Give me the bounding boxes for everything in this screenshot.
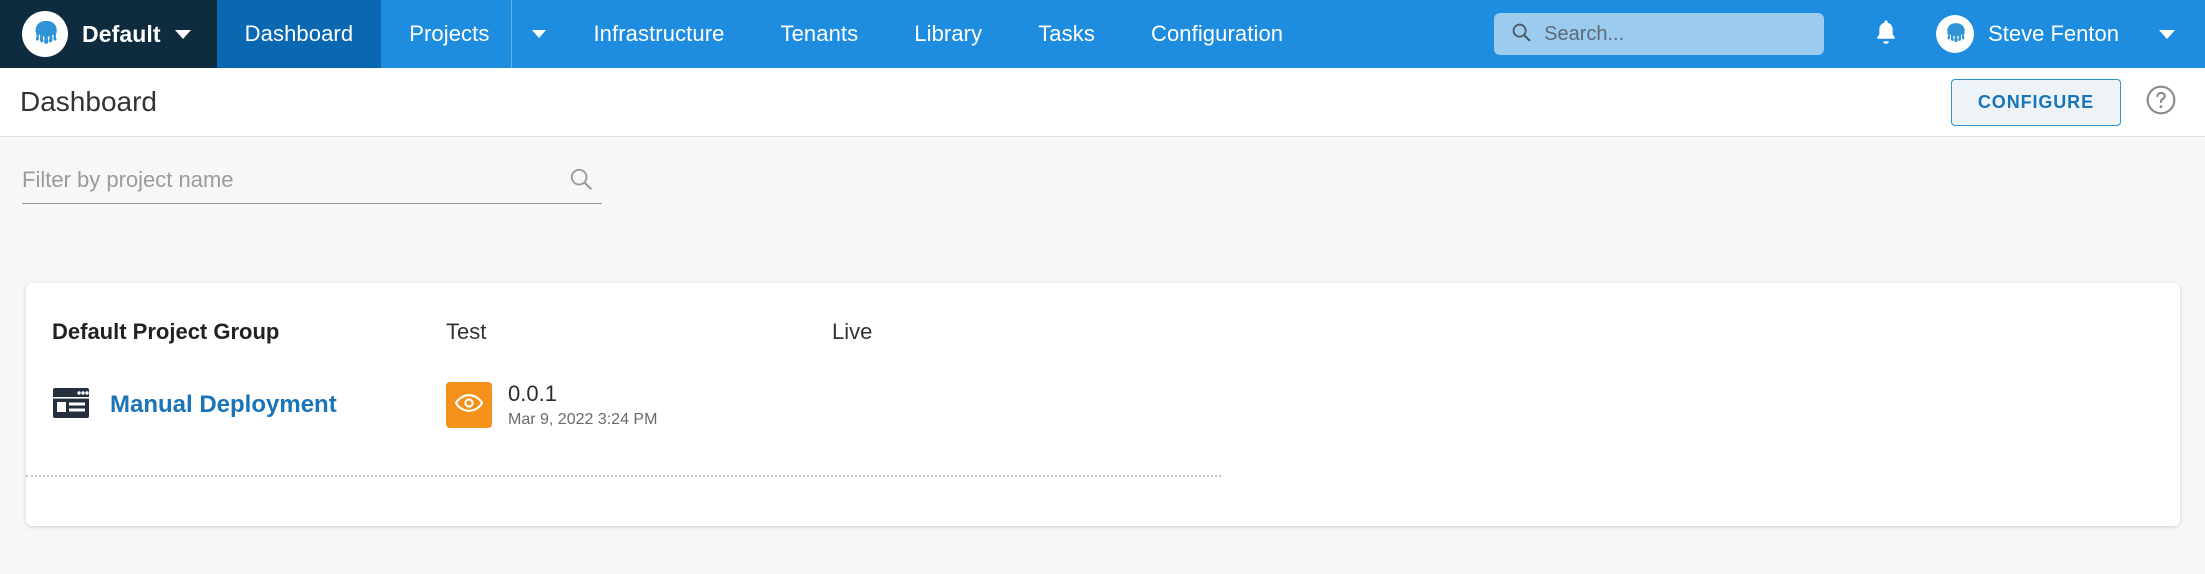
chevron-down-icon [532, 30, 546, 38]
dashboard-card: Default Project Group Test Live Manual D… [26, 283, 2180, 526]
deployment-info: 0.0.1 Mar 9, 2022 3:24 PM [508, 381, 657, 429]
projects-dropdown-button[interactable] [511, 0, 565, 68]
project-name-link[interactable]: Manual Deployment [110, 391, 337, 419]
nav-item-tenants[interactable]: Tenants [752, 0, 886, 68]
nav-item-library[interactable]: Library [886, 0, 1010, 68]
project-filter-input[interactable] [22, 167, 602, 193]
chevron-down-icon [2159, 30, 2175, 39]
space-name-label: Default [82, 21, 161, 48]
page-title: Dashboard [20, 86, 157, 118]
configure-button[interactable]: CONFIGURE [1951, 79, 2121, 126]
primary-nav-items: Dashboard Projects Infrastructure Tenant… [217, 0, 1311, 68]
release-timestamp: Mar 9, 2022 3:24 PM [508, 411, 657, 429]
table-row: Manual Deployment 0.0.1 Mar 9, 2022 3:24… [26, 345, 2180, 429]
nav-item-tasks[interactable]: Tasks [1010, 0, 1123, 68]
project-webpage-icon [52, 386, 90, 425]
eye-icon [454, 392, 484, 419]
release-version: 0.0.1 [508, 381, 657, 407]
project-cell[interactable]: Manual Deployment [52, 386, 446, 425]
avatar [1936, 15, 1974, 53]
bell-icon [1873, 18, 1899, 51]
nav-item-configuration[interactable]: Configuration [1123, 0, 1311, 68]
user-name-label: Steve Fenton [1988, 21, 2119, 47]
user-menu[interactable]: Steve Fenton [1914, 15, 2179, 53]
chevron-down-icon [175, 30, 191, 39]
page-header: Dashboard CONFIGURE [0, 68, 2205, 137]
search-icon [1510, 21, 1532, 48]
nav-item-projects[interactable]: Projects [381, 0, 511, 68]
notifications-button[interactable] [1858, 6, 1914, 62]
nav-item-dashboard[interactable]: Dashboard [217, 0, 382, 68]
status-badge [446, 382, 492, 428]
project-group-header-row: Default Project Group Test Live [26, 283, 2180, 345]
project-group-name: Default Project Group [52, 319, 446, 345]
environment-column-test: Test [446, 319, 832, 345]
nav-right-cluster: Search... Steve Fenton [1494, 0, 2205, 68]
search-icon[interactable] [568, 166, 594, 197]
global-search-placeholder: Search... [1544, 23, 1624, 46]
octopus-logo-icon [22, 11, 68, 57]
project-filter-field[interactable] [22, 167, 602, 204]
help-button[interactable] [2143, 84, 2179, 120]
row-separator [26, 475, 1221, 477]
header-actions: CONFIGURE [1951, 79, 2179, 126]
deployment-cell-test[interactable]: 0.0.1 Mar 9, 2022 3:24 PM [446, 381, 832, 429]
help-circle-icon [2145, 84, 2177, 121]
space-selector[interactable]: Default [0, 0, 217, 68]
global-search-input[interactable]: Search... [1494, 13, 1824, 55]
filter-area [0, 137, 2205, 204]
top-navigation-bar: Default Dashboard Projects Infrastructur… [0, 0, 2205, 68]
environment-column-live: Live [832, 319, 1218, 345]
nav-item-infrastructure[interactable]: Infrastructure [565, 0, 752, 68]
